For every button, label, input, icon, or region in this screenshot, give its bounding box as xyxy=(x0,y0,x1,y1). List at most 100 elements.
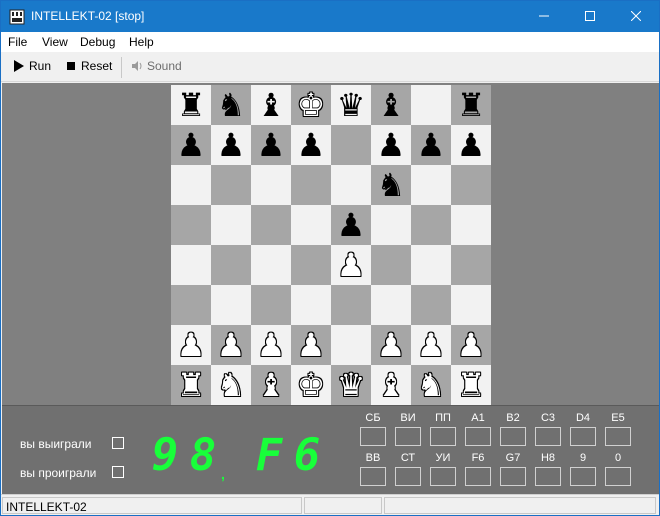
square-b3[interactable] xyxy=(211,285,251,325)
square-c7[interactable]: ♟ xyxy=(251,125,291,165)
white-king-icon[interactable]: ♚ xyxy=(291,85,331,125)
close-button[interactable] xyxy=(613,1,659,32)
square-h4[interactable] xyxy=(451,245,491,285)
key-button[interactable] xyxy=(500,467,526,486)
square-f3[interactable] xyxy=(371,285,411,325)
square-e8[interactable]: ♛ xyxy=(331,85,371,125)
white-rook-icon[interactable]: ♜ xyxy=(171,365,211,405)
white-pawn-icon[interactable]: ♟ xyxy=(371,325,411,365)
square-h2[interactable]: ♟ xyxy=(451,325,491,365)
square-f6[interactable]: ♞ xyxy=(371,165,411,205)
square-e3[interactable] xyxy=(331,285,371,325)
menu-view[interactable]: View xyxy=(42,35,68,49)
key-button[interactable] xyxy=(465,427,491,446)
sound-button[interactable]: Sound xyxy=(131,58,187,76)
square-h3[interactable] xyxy=(451,285,491,325)
black-knight-icon[interactable]: ♞ xyxy=(371,165,411,205)
white-bishop-icon[interactable]: ♝ xyxy=(251,365,291,405)
black-rook-icon[interactable]: ♜ xyxy=(451,85,491,125)
black-pawn-icon[interactable]: ♟ xyxy=(371,125,411,165)
black-bishop-icon[interactable]: ♝ xyxy=(251,85,291,125)
black-pawn-icon[interactable]: ♟ xyxy=(411,125,451,165)
square-d7[interactable]: ♟ xyxy=(291,125,331,165)
key-button[interactable] xyxy=(430,467,456,486)
key-button[interactable] xyxy=(535,427,561,446)
black-pawn-icon[interactable]: ♟ xyxy=(451,125,491,165)
black-pawn-icon[interactable]: ♟ xyxy=(291,125,331,165)
black-rook-icon[interactable]: ♜ xyxy=(171,85,211,125)
key-button[interactable] xyxy=(535,467,561,486)
square-a8[interactable]: ♜ xyxy=(171,85,211,125)
maximize-button[interactable] xyxy=(567,1,613,32)
square-e4[interactable]: ♟ xyxy=(331,245,371,285)
square-g3[interactable] xyxy=(411,285,451,325)
black-knight-icon[interactable]: ♞ xyxy=(211,85,251,125)
key-button[interactable] xyxy=(360,467,386,486)
chess-board[interactable]: ♜ ♞ ♝ ♚ ♛ ♝ ♜ ♟ ♟ ♟ ♟ ♟ ♟ ♟ ♞ ♟ ♟ ♟ ♟ ♟ ♟ ♟ ♟ ♟ ♜ ♞ ♝ ♚ ♛ ♝ ♞ ♜ xyxy=(171,85,491,405)
key-button[interactable] xyxy=(360,427,386,446)
key-button[interactable] xyxy=(570,427,596,446)
square-e1[interactable]: ♛ xyxy=(331,365,371,405)
white-pawn-icon[interactable]: ♟ xyxy=(411,325,451,365)
square-f1[interactable]: ♝ xyxy=(371,365,411,405)
square-e5[interactable]: ♟ xyxy=(331,205,371,245)
white-bishop-icon[interactable]: ♝ xyxy=(371,365,411,405)
menu-help[interactable]: Help xyxy=(129,35,154,49)
square-h7[interactable]: ♟ xyxy=(451,125,491,165)
square-a4[interactable] xyxy=(171,245,211,285)
key-button[interactable] xyxy=(605,467,631,486)
square-h6[interactable] xyxy=(451,165,491,205)
square-e7[interactable] xyxy=(331,125,371,165)
square-a5[interactable] xyxy=(171,205,211,245)
square-g6[interactable] xyxy=(411,165,451,205)
menu-file[interactable]: File xyxy=(8,35,27,49)
white-king-icon[interactable]: ♚ xyxy=(291,365,331,405)
square-c5[interactable] xyxy=(251,205,291,245)
white-pawn-icon[interactable]: ♟ xyxy=(291,325,331,365)
square-b4[interactable] xyxy=(211,245,251,285)
square-g1[interactable]: ♞ xyxy=(411,365,451,405)
white-pawn-icon[interactable]: ♟ xyxy=(451,325,491,365)
key-button[interactable] xyxy=(395,467,421,486)
reset-button[interactable]: Reset xyxy=(65,58,115,76)
white-pawn-icon[interactable]: ♟ xyxy=(171,325,211,365)
square-a1[interactable]: ♜ xyxy=(171,365,211,405)
square-g8[interactable] xyxy=(411,85,451,125)
square-c8[interactable]: ♝ xyxy=(251,85,291,125)
square-h1[interactable]: ♜ xyxy=(451,365,491,405)
square-f4[interactable] xyxy=(371,245,411,285)
square-g2[interactable]: ♟ xyxy=(411,325,451,365)
white-knight-icon[interactable]: ♞ xyxy=(411,365,451,405)
black-pawn-icon[interactable]: ♟ xyxy=(251,125,291,165)
square-c6[interactable] xyxy=(251,165,291,205)
white-pawn-icon[interactable]: ♟ xyxy=(331,245,371,285)
key-button[interactable] xyxy=(570,467,596,486)
square-b2[interactable]: ♟ xyxy=(211,325,251,365)
square-a6[interactable] xyxy=(171,165,211,205)
key-button[interactable] xyxy=(605,427,631,446)
square-b1[interactable]: ♞ xyxy=(211,365,251,405)
square-c4[interactable] xyxy=(251,245,291,285)
square-a3[interactable] xyxy=(171,285,211,325)
square-f7[interactable]: ♟ xyxy=(371,125,411,165)
white-rook-icon[interactable]: ♜ xyxy=(451,365,491,405)
square-d1[interactable]: ♚ xyxy=(291,365,331,405)
black-pawn-icon[interactable]: ♟ xyxy=(331,205,371,245)
minimize-button[interactable] xyxy=(521,1,567,32)
square-h8[interactable]: ♜ xyxy=(451,85,491,125)
square-h5[interactable] xyxy=(451,205,491,245)
square-c1[interactable]: ♝ xyxy=(251,365,291,405)
key-button[interactable] xyxy=(500,427,526,446)
square-b5[interactable] xyxy=(211,205,251,245)
black-pawn-icon[interactable]: ♟ xyxy=(171,125,211,165)
black-queen-icon[interactable]: ♛ xyxy=(331,85,371,125)
square-g4[interactable] xyxy=(411,245,451,285)
square-d2[interactable]: ♟ xyxy=(291,325,331,365)
square-d6[interactable] xyxy=(291,165,331,205)
square-d8[interactable]: ♚ xyxy=(291,85,331,125)
key-button[interactable] xyxy=(395,427,421,446)
square-g5[interactable] xyxy=(411,205,451,245)
square-e6[interactable] xyxy=(331,165,371,205)
square-d5[interactable] xyxy=(291,205,331,245)
square-g7[interactable]: ♟ xyxy=(411,125,451,165)
